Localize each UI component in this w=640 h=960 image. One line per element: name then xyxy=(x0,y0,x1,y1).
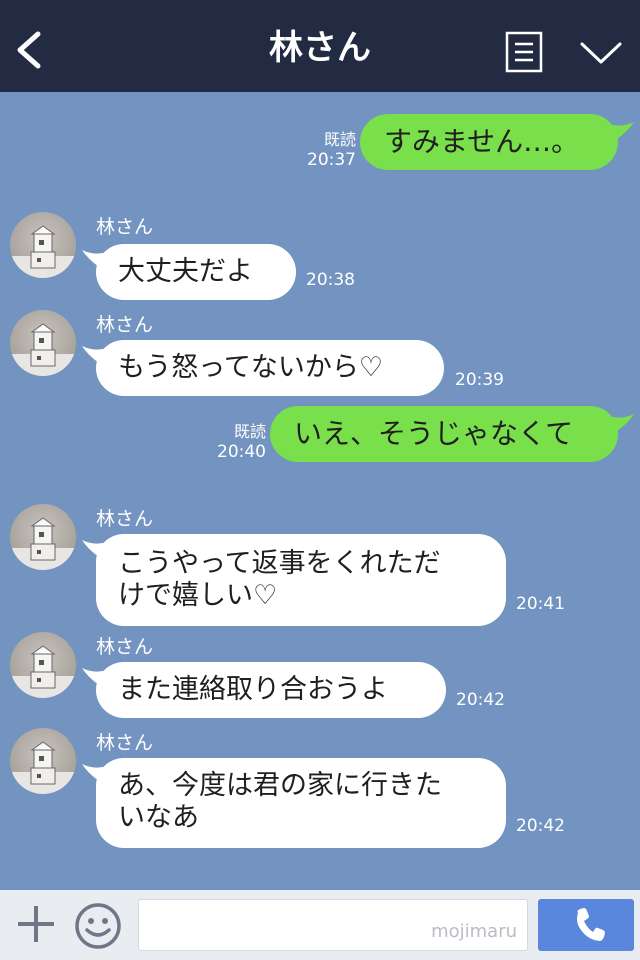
message-text: すみません…。 xyxy=(384,125,580,158)
avatar[interactable] xyxy=(10,728,76,794)
message-line: こうやって返事をくれただ xyxy=(118,548,441,579)
message-time: 20:38 xyxy=(306,270,355,290)
bubble-tail xyxy=(608,414,634,434)
watermark: mojimaru xyxy=(431,921,517,942)
message-line: また連絡取り合おうよ xyxy=(118,674,388,705)
message-list[interactable]: 既読 20:37 すみません…。 林さん 大丈夫だよ 20:38 林さん もう怒… xyxy=(0,92,640,890)
message-received: 林さん もう怒ってないから♡ 20:39 xyxy=(0,310,640,400)
message-time: 20:39 xyxy=(455,370,504,390)
avatar-image xyxy=(10,517,76,570)
message-text: いえ、そうじゃなくて xyxy=(294,417,574,450)
sender-name: 林さん xyxy=(96,732,154,754)
emoji-button[interactable] xyxy=(74,902,122,950)
message-sent: 既読 20:40 いえ、そうじゃなくて xyxy=(0,406,640,466)
chat-header: 林さん xyxy=(0,0,640,92)
message-bubble[interactable]: また連絡取り合おうよ xyxy=(96,662,446,718)
message-received: 林さん また連絡取り合おうよ 20:42 xyxy=(0,632,640,722)
message-time: 20:42 xyxy=(516,816,565,836)
message-time: 20:41 xyxy=(516,594,565,614)
sender-name: 林さん xyxy=(96,216,154,238)
sender-name: 林さん xyxy=(96,508,154,530)
message-bubble[interactable]: 大丈夫だよ xyxy=(96,244,296,300)
read-label: 既読 xyxy=(233,422,266,441)
menu-list-icon xyxy=(505,31,543,73)
chevron-down-icon xyxy=(580,42,622,64)
avatar-image xyxy=(10,323,76,376)
avatar[interactable] xyxy=(10,310,76,376)
plus-icon xyxy=(18,906,54,942)
add-button[interactable] xyxy=(14,902,58,946)
message-line: 大丈夫だよ xyxy=(118,256,253,287)
message-time: 20:42 xyxy=(456,690,505,710)
avatar-image xyxy=(10,645,76,698)
back-arrow-icon xyxy=(17,31,41,69)
avatar[interactable] xyxy=(10,504,76,570)
message-sent: 既読 20:37 すみません…。 xyxy=(0,114,640,174)
message-bubble[interactable]: こうやって返事をくれただ けで嬉しい♡ xyxy=(96,534,506,626)
message-line: あ、今度は君の家に行きた xyxy=(118,770,442,801)
avatar[interactable] xyxy=(10,212,76,278)
message-line: けで嬉しい♡ xyxy=(118,580,278,611)
message-line: もう怒ってないから♡ xyxy=(118,352,384,383)
avatar-image xyxy=(10,741,76,794)
message-time: 20:37 xyxy=(307,150,356,170)
message-bubble[interactable]: もう怒ってないから♡ xyxy=(96,340,444,396)
sender-name: 林さん xyxy=(96,636,154,658)
bubble-tail xyxy=(608,122,634,142)
chat-title: 林さん xyxy=(269,28,371,68)
message-received: 林さん あ、今度は君の家に行きた いなあ 20:42 xyxy=(0,728,640,848)
avatar-image xyxy=(10,225,76,278)
message-bubble[interactable]: すみません…。 xyxy=(360,114,618,170)
phone-icon xyxy=(577,908,605,941)
message-line: いなあ xyxy=(118,802,199,833)
message-bubble[interactable]: あ、今度は君の家に行きた いなあ xyxy=(96,758,506,848)
emoji-icon xyxy=(75,903,121,949)
message-received: 林さん こうやって返事をくれただ けで嬉しい♡ 20:41 xyxy=(0,504,640,626)
read-label: 既読 xyxy=(323,130,356,149)
sender-name: 林さん xyxy=(96,314,154,336)
menu-button[interactable] xyxy=(505,31,543,73)
chat-input-bar: mojimaru xyxy=(0,890,640,960)
call-button[interactable] xyxy=(538,899,634,951)
message-time: 20:40 xyxy=(217,442,266,462)
dropdown-button[interactable] xyxy=(578,38,624,68)
read-receipt: 既読 20:40 xyxy=(214,422,266,462)
message-input[interactable]: mojimaru xyxy=(138,899,528,951)
read-receipt: 既読 20:37 xyxy=(304,130,356,170)
message-bubble[interactable]: いえ、そうじゃなくて xyxy=(270,406,618,462)
avatar[interactable] xyxy=(10,632,76,698)
message-received: 林さん 大丈夫だよ 20:38 xyxy=(0,212,640,302)
back-button[interactable] xyxy=(14,30,44,70)
